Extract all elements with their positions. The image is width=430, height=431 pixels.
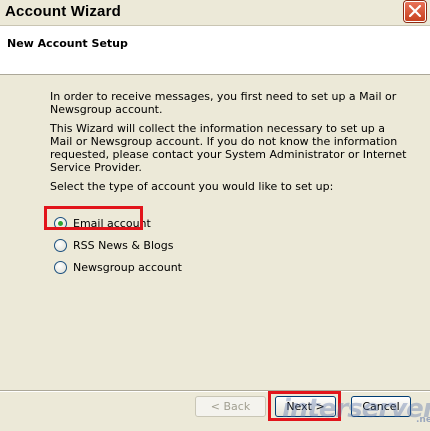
watermark-suffix: .net bbox=[416, 415, 430, 425]
cancel-button[interactable]: Cancel bbox=[351, 396, 411, 417]
radio-checked-icon[interactable] bbox=[54, 216, 67, 230]
next-button[interactable]: Next > bbox=[275, 396, 336, 417]
close-button[interactable] bbox=[404, 1, 426, 22]
title-bar[interactable]: Account Wizard bbox=[0, 0, 430, 26]
radio-label: Newsgroup account bbox=[73, 260, 182, 274]
wizard-description: In order to receive messages, you first … bbox=[50, 90, 410, 199]
window-title: Account Wizard bbox=[5, 3, 122, 20]
radio-rss-news-blogs[interactable]: RSS News & Blogs bbox=[54, 234, 182, 256]
radio-unchecked-icon[interactable] bbox=[54, 238, 67, 252]
radio-unchecked-icon[interactable] bbox=[54, 260, 67, 274]
radio-email-account[interactable]: Email account bbox=[54, 212, 182, 234]
back-button[interactable]: < Back bbox=[195, 396, 266, 417]
radio-label: RSS News & Blogs bbox=[73, 238, 174, 252]
account-wizard-window: Account Wizard New Account Setup In orde… bbox=[0, 0, 430, 431]
footer-divider bbox=[0, 390, 430, 392]
select-prompt: Select the type of account you would lik… bbox=[50, 180, 334, 193]
page-title: New Account Setup bbox=[7, 37, 128, 50]
radio-newsgroup-account[interactable]: Newsgroup account bbox=[54, 256, 182, 278]
account-type-group: Email account RSS News & Blogs Newsgroup… bbox=[54, 212, 182, 278]
close-x-icon bbox=[409, 5, 421, 17]
info-paragraph: This Wizard will collect the information… bbox=[50, 122, 407, 174]
intro-paragraph: In order to receive messages, you first … bbox=[50, 90, 397, 116]
radio-label: Email account bbox=[73, 216, 151, 230]
wizard-header: New Account Setup bbox=[0, 26, 430, 75]
